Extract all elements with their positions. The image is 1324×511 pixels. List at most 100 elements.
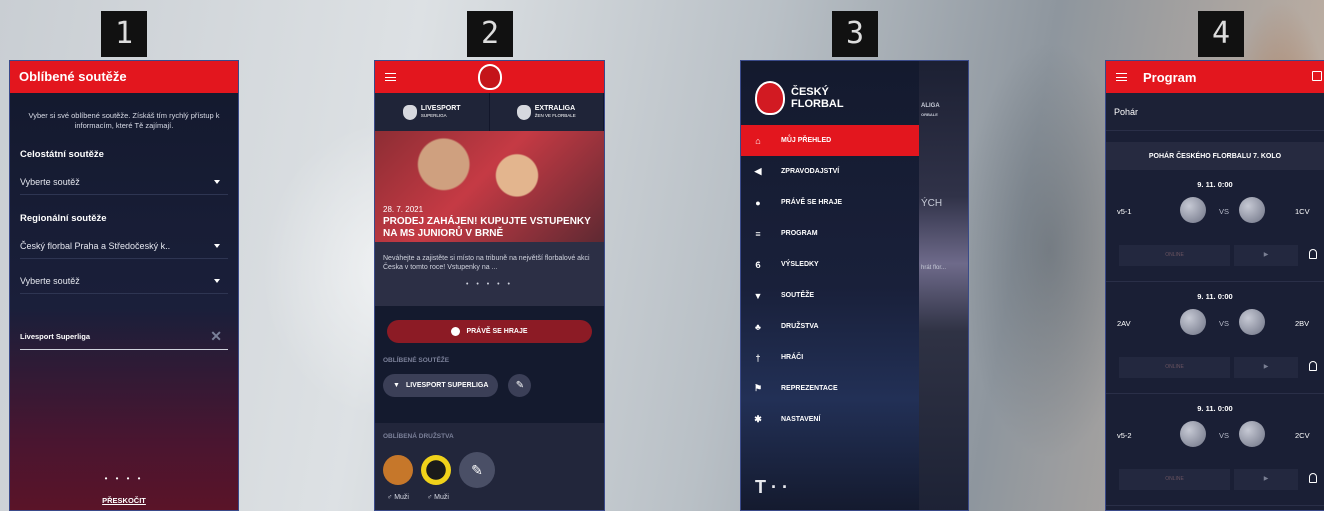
menu-item-druzstva[interactable]: ♣ DRUŽSTVA xyxy=(741,311,919,342)
select-value: Vyberte soutěž xyxy=(20,275,80,286)
fav-competition-chip[interactable]: ▼ LIVESPORT SUPERLIGA xyxy=(383,374,499,397)
bell-icon[interactable] xyxy=(1309,473,1317,483)
menu-item-vysledky[interactable]: ϐ VÝSLEDKY xyxy=(741,249,919,280)
shield-icon xyxy=(516,104,531,120)
team-logo-icon xyxy=(1239,197,1265,223)
shield-icon xyxy=(402,104,417,120)
match-card[interactable]: 9. 11. 0:00 2AV VS 2BV ONLINE ▶ xyxy=(1106,282,1324,394)
menu-label: REPREZENTACE xyxy=(781,385,838,392)
bell-icon[interactable] xyxy=(1309,249,1317,259)
app-logo: ČESKÝ FLORBAL xyxy=(741,61,919,125)
menu-label: DRUŽSTVA xyxy=(781,323,819,330)
news-text: Neváhejte a zajistěte si místo na tribun… xyxy=(383,255,590,272)
vs-label: VS xyxy=(1219,319,1230,328)
regional-select-2[interactable]: Vyberte soutěž xyxy=(20,268,228,295)
vs-label: VS xyxy=(1219,431,1230,440)
flag-icon: ⚑ xyxy=(753,383,763,393)
dropdown-icon xyxy=(214,243,220,248)
home-team: v5-1 xyxy=(1117,207,1132,216)
play-button[interactable]: ▶ xyxy=(1234,357,1298,378)
close-icon[interactable]: ✕ xyxy=(210,328,222,345)
round-header: POHÁR ČESKÉHO FLORBALU 7. KOLO xyxy=(1106,142,1324,170)
team-logo-panther[interactable] xyxy=(421,455,451,485)
edit-teams-icon[interactable]: ✎ xyxy=(459,452,495,488)
calendar-icon[interactable] xyxy=(1312,71,1322,81)
player-icon: † xyxy=(755,352,761,363)
team-categories: ♂ Muži ♂ Muži xyxy=(383,494,596,501)
menu-icon[interactable] xyxy=(1116,73,1127,81)
fav-teams-row: ✎ xyxy=(383,452,596,488)
team-category: ♂ Muži xyxy=(426,494,449,501)
megaphone-icon: ◀ xyxy=(754,166,762,176)
match-time: 9. 11. 0:00 xyxy=(1197,292,1233,301)
team-icon: ♣ xyxy=(755,321,761,332)
edit-icon[interactable]: ✎ xyxy=(508,374,532,397)
competition-name: Livesport Superliga xyxy=(20,332,91,342)
news-hero[interactable]: 28. 7. 2021 PRODEJ ZAHÁJEN! KUPUJTE VSTU… xyxy=(375,131,604,242)
home-team: 2AV xyxy=(1117,319,1131,328)
background-content xyxy=(919,61,968,510)
menu-item-prave-se-hraje[interactable]: ● PRÁVĚ SE HRAJE xyxy=(741,187,919,218)
online-button[interactable]: ONLINE xyxy=(1119,245,1230,266)
team-logo-bulldog[interactable] xyxy=(383,455,413,485)
match-card[interactable]: 9. 11. 0:00 v5-2 VS 2CV ONLINE ▶ xyxy=(1106,394,1324,506)
menu-item-program[interactable]: ≡ PROGRAM xyxy=(741,218,919,249)
competition-select[interactable]: Pohár xyxy=(1106,93,1324,131)
national-select[interactable]: Vyberte soutěž xyxy=(20,169,228,196)
online-button[interactable]: ONLINE xyxy=(1119,357,1230,378)
regional-heading: Regionální soutěže xyxy=(20,213,107,225)
national-heading: Celostátní soutěže xyxy=(20,149,104,161)
intro-text: Vyber si své oblíbené soutěže. Získáš tí… xyxy=(28,111,220,131)
news-title: PRODEJ ZAHÁJEN! KUPUJTE VSTUPENKY NA MS … xyxy=(383,216,591,239)
skip-link[interactable]: PŘESKOČIT xyxy=(10,496,238,505)
bell-icon[interactable] xyxy=(1309,361,1317,371)
menu-item-reprezentace[interactable]: ⚑ REPREZENTACE xyxy=(741,373,919,404)
team-logo-icon xyxy=(1239,421,1265,447)
live-now-button[interactable]: PRÁVĚ SE HRAJE xyxy=(387,320,592,343)
menu-item-souteze[interactable]: ▼ SOUTĚŽE xyxy=(741,280,919,311)
menu-item-prehled[interactable]: ⌂ MŮJ PŘEHLED xyxy=(741,125,919,156)
league-sub: ŽEN VE FLORBALE xyxy=(534,113,576,118)
logo-line: FLORBAL xyxy=(791,98,844,110)
dropdown-icon xyxy=(214,278,220,283)
play-button[interactable]: ▶ xyxy=(1234,469,1298,490)
medal-icon: ϐ xyxy=(755,259,761,270)
menu-label: NASTAVENÍ xyxy=(781,416,821,423)
league-sub: SUPERLIGA xyxy=(420,113,447,118)
menu-item-nastaveni[interactable]: ✱ NASTAVENÍ xyxy=(741,404,919,435)
fav-competitions-row: ▼ LIVESPORT SUPERLIGA ✎ xyxy=(383,374,596,397)
ball-icon: ● xyxy=(755,197,761,208)
online-button[interactable]: ONLINE xyxy=(1119,469,1230,490)
tab-livesport-superliga[interactable]: LIVESPORT SUPERLIGA xyxy=(375,93,490,131)
match-card[interactable]: 9. 11. 0:00 v5-1 VS 1CV ONLINE ▶ xyxy=(1106,170,1324,282)
home-icon: ⌂ xyxy=(755,135,761,146)
regional-select-1[interactable]: Český florbal Praha a Středočeský k.. xyxy=(20,233,228,260)
team-logo-icon xyxy=(1180,309,1206,335)
match-time: 9. 11. 0:00 xyxy=(1197,404,1233,413)
league-name: EXTRALIGA xyxy=(534,105,576,112)
match-time: 9. 11. 0:00 xyxy=(1197,180,1233,189)
crest-logo xyxy=(478,64,502,90)
menu-item-zpravodajstvi[interactable]: ◀ ZPRAVODAJSTVÍ xyxy=(741,156,919,187)
play-button[interactable]: ▶ xyxy=(1234,245,1298,266)
tab-extraliga[interactable]: EXTRALIGA ŽEN VE FLORBALE xyxy=(490,93,604,131)
screen-title: Program xyxy=(1143,69,1197,85)
selected-competition: Livesport Superliga ✕ xyxy=(20,324,228,351)
crest-logo xyxy=(755,81,785,115)
league-name: LIVESPORT xyxy=(420,105,461,112)
app-header: Program xyxy=(1106,61,1324,93)
menu-icon[interactable] xyxy=(385,73,396,81)
ball-icon xyxy=(451,327,461,336)
step-label-4: 4 xyxy=(1198,11,1244,57)
team-logo-icon xyxy=(1239,309,1265,335)
fav-teams-label: OBLÍBENÁ DRUŽSTVA xyxy=(383,433,454,440)
news-description: Neváhejte a zajistěte si místo na tribun… xyxy=(375,242,604,306)
list-icon: ≡ xyxy=(755,228,761,239)
away-team: 1CV xyxy=(1295,207,1310,216)
navigation-drawer-screen: ALIGA ORBALE ÝCH hrát flor... ČESKÝ FLORB… xyxy=(740,60,969,511)
favorite-competitions-screen: Oblíbené soutěže Vyber si své oblíbené s… xyxy=(9,60,239,511)
app-header xyxy=(375,61,604,93)
home-team: v5-2 xyxy=(1117,431,1132,440)
menu-label: PROGRAM xyxy=(781,230,818,237)
menu-item-hraci[interactable]: † HRÁČI xyxy=(741,342,919,373)
